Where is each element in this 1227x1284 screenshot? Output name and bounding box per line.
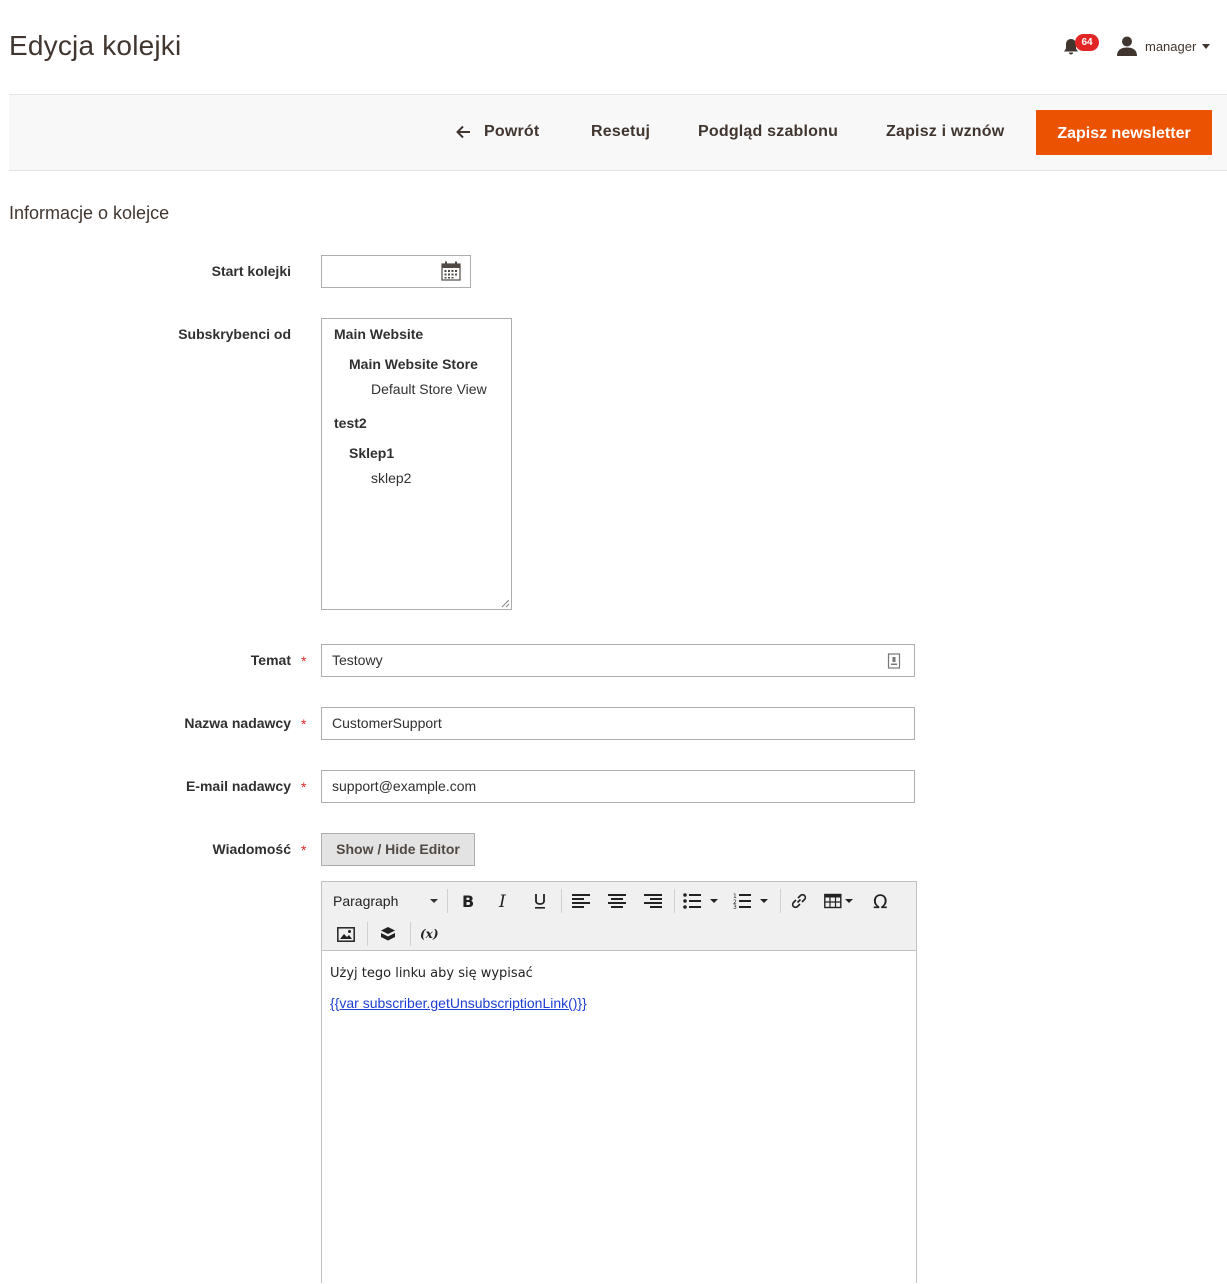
required-mark: *	[301, 842, 307, 858]
align-center-icon[interactable]	[602, 887, 632, 915]
subject-label: Temat	[250, 652, 291, 668]
preview-template-button[interactable]: Podgląd szablonu	[698, 109, 838, 155]
editor-content[interactable]: Użyj tego linku aby się wypisać {{var su…	[322, 952, 916, 1284]
user-menu[interactable]: manager	[1116, 34, 1211, 58]
required-mark: *	[301, 716, 307, 732]
svg-text:3: 3	[733, 904, 737, 909]
back-button[interactable]: Powrót	[456, 109, 539, 155]
subscribers-from-multiselect[interactable]: Main Website Main Website Store Default …	[321, 318, 512, 610]
sender-email-label: E-mail nadawcy	[185, 778, 291, 794]
section-title: Informacje o kolejce	[9, 203, 170, 223]
toolbar-divider	[780, 889, 781, 913]
back-button-label: Powrót	[484, 123, 540, 140]
toolbar-divider	[561, 889, 562, 913]
toolbar-divider	[367, 922, 368, 946]
sender-name-input[interactable]: CustomerSupport	[321, 707, 915, 740]
widget-icon[interactable]	[372, 920, 404, 948]
align-right-icon[interactable]	[638, 887, 668, 915]
calendar-icon[interactable]	[441, 261, 461, 286]
toolbar-divider	[674, 889, 675, 913]
reset-button[interactable]: Resetuj	[591, 109, 650, 155]
bold-icon[interactable]: B	[453, 887, 483, 915]
special-char-icon[interactable]: Ω	[867, 887, 897, 915]
wysiwyg-editor: Paragraph B I 1 2 3 Ω (x) Użyj tego link…	[321, 881, 917, 1283]
store-view-option[interactable]: Default Store View	[371, 381, 487, 397]
format-select-value: Paragraph	[333, 893, 399, 909]
bullet-list-icon[interactable]	[679, 887, 725, 915]
toolbar-divider	[410, 922, 411, 946]
svg-text:B: B	[462, 893, 474, 909]
page-header: Edycja kolejki 64 manager	[0, 0, 1227, 95]
link-icon[interactable]	[784, 887, 814, 915]
notifications[interactable]: 64	[1062, 34, 1100, 60]
queue-start-label: Start kolejki	[211, 263, 291, 279]
underline-icon[interactable]	[525, 887, 555, 915]
editor-toolbar: Paragraph B I 1 2 3 Ω (x)	[322, 882, 916, 951]
show-hide-editor-button[interactable]: Show / Hide Editor	[321, 833, 475, 866]
required-mark: *	[301, 653, 307, 669]
store-group: Sklep1	[349, 445, 395, 461]
sender-email-input[interactable]: support@example.com	[321, 770, 915, 803]
toolbar-divider	[447, 889, 448, 913]
store-website-group: test2	[334, 415, 367, 431]
resize-grip-icon[interactable]	[500, 598, 510, 608]
user-icon	[1117, 36, 1137, 56]
align-left-icon[interactable]	[566, 887, 596, 915]
svg-text:(x): (x)	[420, 927, 439, 941]
chevron-down-icon	[1202, 43, 1211, 49]
message-label: Wiadomość	[212, 841, 291, 857]
store-group: Main Website Store	[349, 356, 478, 372]
format-select[interactable]: Paragraph	[326, 888, 442, 914]
image-icon[interactable]	[330, 920, 362, 948]
save-newsletter-button[interactable]: Zapisz newsletter	[1036, 110, 1212, 155]
table-icon[interactable]	[821, 887, 859, 915]
page-actions-bar: Powrót Resetuj Podgląd szablonu Zapisz i…	[9, 94, 1227, 171]
variable-icon[interactable]: (x)	[414, 920, 446, 948]
required-mark: *	[301, 779, 307, 795]
svg-text:Ω: Ω	[873, 891, 888, 911]
arrow-left-icon	[456, 109, 472, 174]
subscribers-from-label: Subskrybenci od	[178, 326, 291, 342]
save-and-resume-button[interactable]: Zapisz i wznów	[886, 109, 1004, 155]
svg-text:I: I	[498, 893, 506, 909]
notification-count-badge: 64	[1075, 34, 1099, 51]
italic-icon[interactable]: I	[489, 887, 519, 915]
store-website-group: Main Website	[334, 326, 424, 342]
user-name: manager	[1145, 38, 1197, 54]
page-title: Edycja kolejki	[9, 30, 182, 61]
editor-paragraph: Użyj tego linku aby się wypisać	[330, 966, 533, 981]
sender-name-label: Nazwa nadawcy	[184, 715, 291, 731]
numbered-list-icon[interactable]: 1 2 3	[729, 887, 775, 915]
store-view-option[interactable]: sklep2	[371, 470, 411, 486]
subject-input[interactable]: Testowy	[321, 644, 915, 677]
translate-icon[interactable]	[887, 653, 901, 674]
chevron-down-icon	[430, 899, 438, 903]
unsubscribe-variable-link[interactable]: {{var subscriber.getUnsubscriptionLink()…	[330, 995, 587, 1011]
